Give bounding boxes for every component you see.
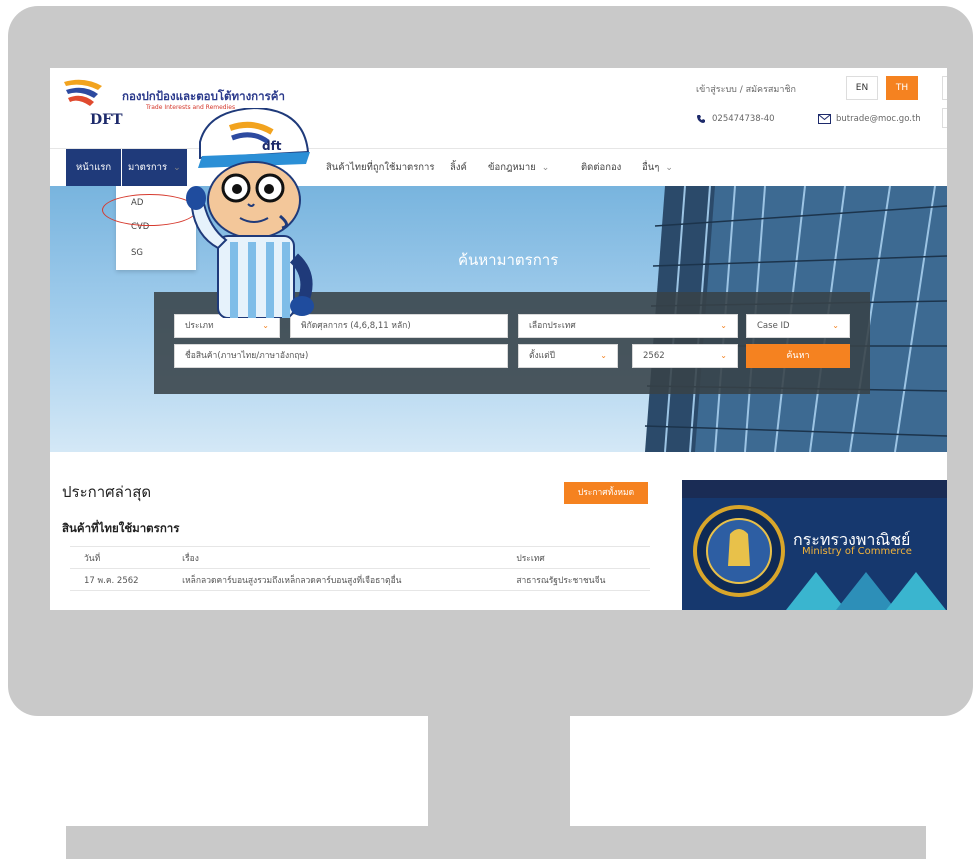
phone-icon bbox=[697, 115, 705, 123]
column-header-country: ประเทศ bbox=[502, 546, 650, 569]
chevron-down-icon: ⌄ bbox=[600, 351, 607, 360]
case-id-select[interactable]: Case ID ⌄ bbox=[746, 314, 850, 338]
nav-links[interactable]: ลิ้งค์ bbox=[450, 149, 467, 187]
news-section: ประกาศล่าสุด ประกาศทั้งหมด สินค้าที่ไทยใ… bbox=[50, 452, 947, 610]
login-link[interactable]: เข้าสู่ระบบ / สมัครสมาชิก bbox=[696, 82, 796, 96]
chevron-down-icon: ⌄ bbox=[720, 351, 727, 360]
mail-icon bbox=[818, 114, 831, 124]
nav-contact[interactable]: ติดต่อกอง bbox=[581, 149, 621, 187]
news-table: วันที่ เรื่อง ประเทศ 17 พ.ค. 2562 เหล็กล… bbox=[70, 546, 650, 591]
search-button[interactable]: ค้นหา bbox=[746, 344, 850, 368]
chevron-down-icon: ⌄ bbox=[541, 163, 550, 173]
year-select-value: 2562 bbox=[643, 351, 665, 361]
country-select[interactable]: เลือกประเทศ ⌄ bbox=[518, 314, 738, 338]
chevron-down-icon: ⌄ bbox=[832, 321, 839, 330]
since-year-select[interactable]: ตั้งแต่ปี ⌄ bbox=[518, 344, 618, 368]
moc-banner[interactable]: กระทรวงพาณิชย์ Ministry of Commerce bbox=[682, 480, 947, 610]
monitor-neck bbox=[428, 712, 570, 830]
row-country: สาธารณรัฐประชาชนจีน bbox=[502, 568, 650, 591]
year-select[interactable]: 2562 ⌄ bbox=[632, 344, 738, 368]
row-date: 17 พ.ค. 2562 bbox=[70, 568, 169, 591]
lang-en-button[interactable]: EN bbox=[846, 76, 878, 100]
column-header-date: วันที่ bbox=[70, 546, 169, 569]
nav-other[interactable]: อื่นๆ ⌄ bbox=[642, 149, 673, 187]
banner-stripe bbox=[682, 480, 947, 498]
phone-contact: 025474738-40 bbox=[696, 114, 775, 124]
all-news-button[interactable]: ประกาศทั้งหมด bbox=[564, 482, 648, 504]
product-input[interactable]: ชื่อสินค้า(ภาษาไทย/ภาษาอังกฤษ) bbox=[174, 344, 508, 368]
nav-law[interactable]: ข้อกฎหมาย ⌄ bbox=[488, 149, 549, 187]
table-row[interactable]: 17 พ.ค. 2562 เหล็กลวดคาร์บอนสูงรวมถึงเหล… bbox=[70, 568, 650, 591]
chevron-down-icon: ⌄ bbox=[665, 163, 673, 173]
nav-law-label: ข้อกฎหมาย bbox=[488, 162, 536, 173]
monitor-screen: DFT กองปกป้องและตอบโต้ทางการค้า Trade In… bbox=[50, 68, 947, 610]
country-select-value: เลือกประเทศ bbox=[529, 321, 576, 331]
thai-measures-heading: สินค้าที่ไทยใช้มาตรการ bbox=[62, 521, 180, 535]
news-heading: ประกาศล่าสุด bbox=[62, 483, 152, 501]
nav-measures[interactable]: มาตรการ ⌄ bbox=[122, 149, 187, 187]
mascot-character: dft bbox=[186, 108, 314, 318]
hero-title: ค้นหามาตรการ bbox=[458, 251, 559, 269]
nav-measures-label: มาตรการ bbox=[128, 162, 168, 173]
dft-logo-icon bbox=[64, 79, 102, 106]
email-contact[interactable]: butrade@moc.go.th bbox=[818, 114, 921, 124]
header-edge-box bbox=[942, 108, 947, 128]
banner-pattern bbox=[786, 572, 946, 610]
case-id-select-value: Case ID bbox=[757, 321, 790, 331]
phone-number: 025474738-40 bbox=[712, 114, 775, 124]
logo-abbr: DFT bbox=[90, 112, 123, 128]
row-subject[interactable]: เหล็กลวดคาร์บอนสูงรวมถึงเหล็กลวดคาร์บอนส… bbox=[168, 568, 503, 591]
banner-title-en: Ministry of Commerce bbox=[802, 546, 912, 557]
nav-home[interactable]: หน้าแรก bbox=[66, 149, 122, 187]
chevron-down-icon: ⌄ bbox=[173, 163, 181, 173]
email-address: butrade@moc.go.th bbox=[836, 114, 921, 124]
table-header-row: วันที่ เรื่อง ประเทศ bbox=[70, 546, 650, 569]
monitor-base bbox=[66, 826, 926, 859]
nav-thai-goods[interactable]: สินค้าไทยที่ถูกใช้มาตรการ bbox=[326, 149, 435, 187]
dropdown-item-sg[interactable]: SG bbox=[131, 248, 143, 258]
chevron-down-icon: ⌄ bbox=[720, 321, 727, 330]
moc-emblem-icon bbox=[693, 505, 785, 597]
header-edge-box bbox=[942, 76, 947, 100]
nav-other-label: อื่นๆ bbox=[642, 162, 660, 173]
lang-th-button[interactable]: TH bbox=[886, 76, 918, 100]
type-select-value: ประเภท bbox=[185, 321, 214, 331]
chevron-down-icon: ⌄ bbox=[262, 321, 269, 330]
mascot-cap-text: dft bbox=[262, 139, 282, 153]
column-header-subject: เรื่อง bbox=[168, 546, 503, 569]
since-year-select-value: ตั้งแต่ปี bbox=[529, 351, 556, 361]
